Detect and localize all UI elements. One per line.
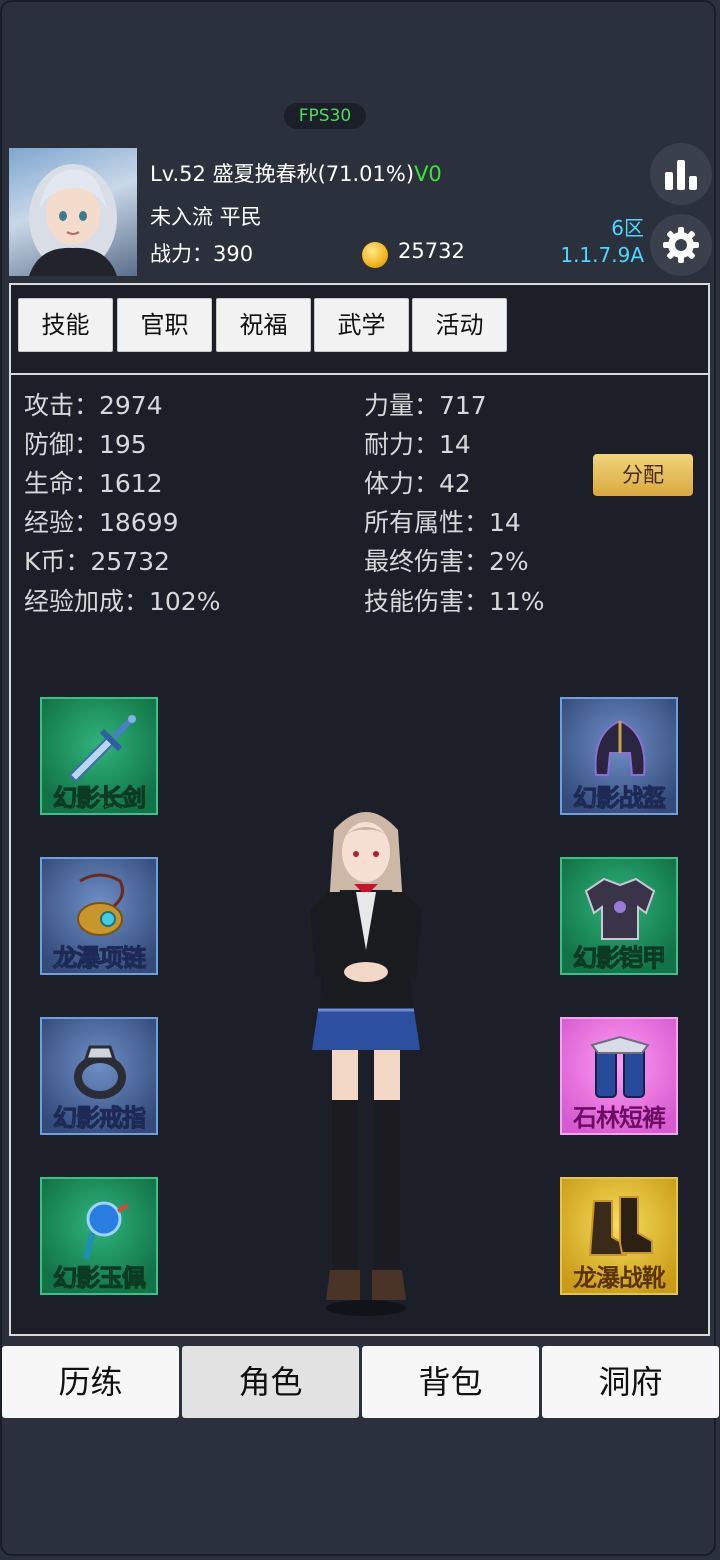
stat-exp: 经验：18699 (24, 508, 179, 537)
stat-defense: 防御：195 (24, 430, 147, 459)
equip-name-boots: 龙瀑战靴 (573, 1264, 666, 1292)
equip-slot-pants[interactable]: 石林短裤 (560, 1017, 678, 1135)
fps-counter: FPS30 (284, 103, 366, 129)
equip-slot-pendant[interactable]: 幻影玉佩 (40, 1177, 158, 1295)
tab-office[interactable]: 官职 (117, 298, 212, 352)
stat-endurance: 耐力：14 (364, 430, 471, 459)
equip-name-helmet: 幻影战盔 (573, 784, 667, 813)
stat-attack: 攻击：2974 (24, 391, 163, 420)
helmet-icon (594, 719, 646, 776)
nav-character[interactable]: 角色 (182, 1346, 359, 1418)
armor-icon (584, 877, 656, 940)
tab-blessing[interactable]: 祝福 (216, 298, 311, 352)
boots-icon (588, 1196, 653, 1256)
coin-amount: 25732 (398, 239, 465, 263)
game-version: 1.1.7.9A (560, 243, 644, 267)
character-model (296, 800, 436, 1320)
player-avatar[interactable] (9, 148, 137, 276)
equip-name-ring: 幻影戒指 (53, 1104, 147, 1133)
leaderboard-button[interactable] (650, 143, 712, 205)
function-tabs: 技能 官职 祝福 武学 活动 (11, 285, 708, 375)
coin-icon (362, 242, 388, 268)
stat-skill-damage: 技能伤害：11% (364, 587, 545, 616)
stat-strength: 力量：717 (364, 391, 487, 420)
bar-chart-icon (665, 160, 697, 190)
equip-slot-boots[interactable]: 龙瀑战靴 (560, 1177, 678, 1295)
shorts-icon (590, 1035, 650, 1098)
stat-final-damage: 最终伤害：2% (364, 547, 529, 576)
equip-name-pants: 石林短裤 (573, 1104, 666, 1132)
nav-training[interactable]: 历练 (2, 1346, 179, 1418)
combat-power-value: 390 (213, 242, 254, 266)
server-zone: 6区 (611, 216, 644, 240)
equip-slot-weapon[interactable]: 幻影长剑 (40, 697, 158, 815)
stat-all-attributes: 所有属性：14 (364, 508, 521, 537)
jade-pendant-icon (83, 1201, 130, 1260)
settings-button[interactable] (650, 214, 712, 276)
tab-skills[interactable]: 技能 (18, 298, 113, 352)
stat-kcoin: K币：25732 (24, 547, 170, 576)
combat-power-label: 战力： (150, 242, 213, 266)
necklace-icon (77, 873, 124, 936)
stat-exp-bonus: 经验加成：102% (24, 587, 221, 616)
equip-slot-ring[interactable]: 幻影戒指 (40, 1017, 158, 1135)
character-panel: 技能 官职 祝福 武学 活动 攻击：2974 防御：195 生命：1612 经验… (9, 283, 710, 1336)
tab-events[interactable]: 活动 (412, 298, 507, 352)
stat-stamina: 体力：42 (364, 469, 471, 498)
equip-name-armor: 幻影铠甲 (573, 944, 667, 973)
equip-name-pendant: 幻影玉佩 (53, 1264, 147, 1293)
equip-name-weapon: 幻影长剑 (53, 784, 147, 813)
equip-name-necklace: 龙瀑项链 (53, 944, 147, 973)
stat-hp: 生命：1612 (24, 469, 163, 498)
player-rank: 未入流 平民 (150, 205, 262, 229)
combat-power: 战力：390 (150, 238, 253, 268)
tab-martial-arts[interactable]: 武学 (314, 298, 409, 352)
ring-icon (74, 1045, 126, 1099)
equip-slot-armor[interactable]: 幻影铠甲 (560, 857, 678, 975)
sword-icon (68, 715, 136, 783)
player-level-name: Lv.52 盛夏挽春秋(71.01%)V0 (150, 158, 442, 188)
nav-backpack[interactable]: 背包 (362, 1346, 539, 1418)
gear-icon (663, 227, 699, 263)
player-name: 盛夏挽春秋(71.01%) (212, 162, 415, 186)
equip-slot-helmet[interactable]: 幻影战盔 (560, 697, 678, 815)
equip-slot-necklace[interactable]: 龙瀑项链 (40, 857, 158, 975)
nav-cave-dwelling[interactable]: 洞府 (542, 1346, 719, 1418)
player-level: Lv.52 (150, 162, 206, 186)
vip-level: V0 (414, 162, 442, 186)
allocate-points-button[interactable]: 分配 (593, 454, 693, 496)
